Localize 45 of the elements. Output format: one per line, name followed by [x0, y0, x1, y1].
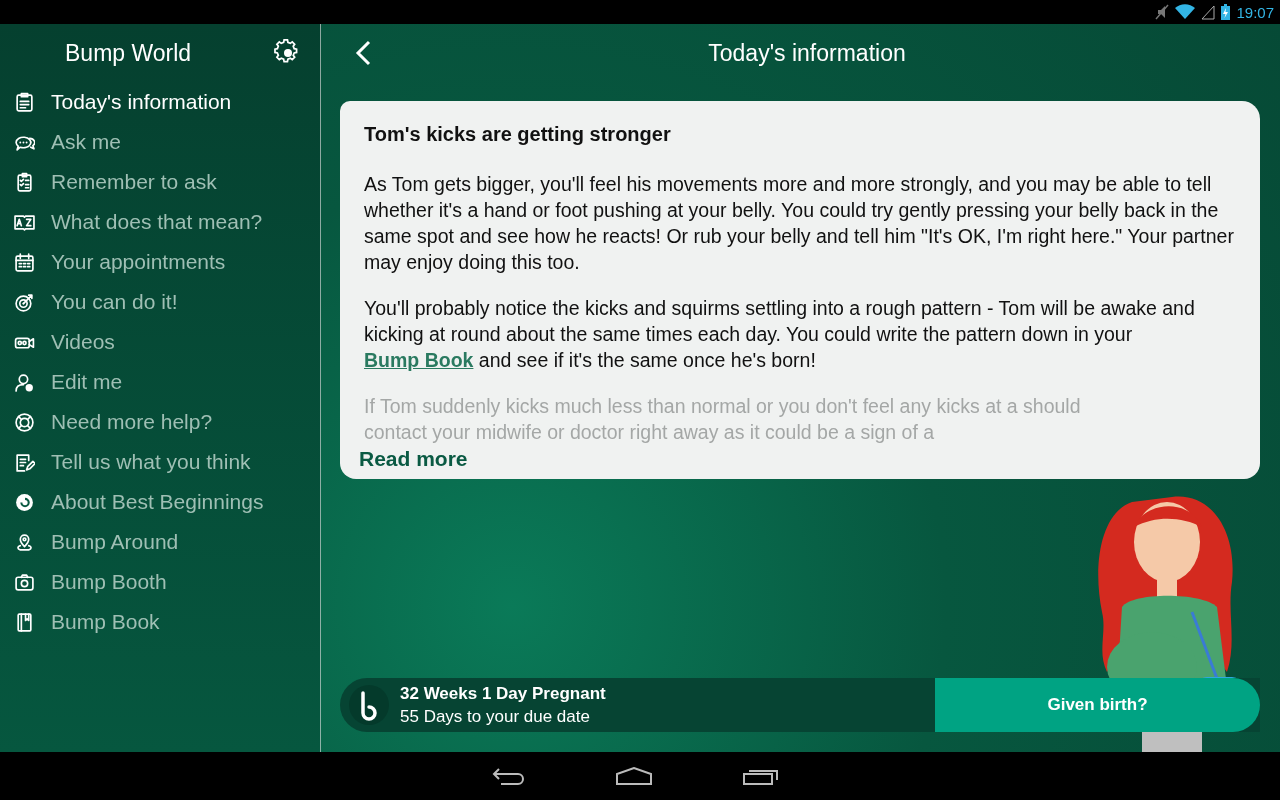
bump-book-link[interactable]: Bump Book: [364, 349, 474, 371]
battery-icon: [1221, 4, 1231, 20]
document-edit-icon: [14, 451, 35, 473]
back-icon[interactable]: [491, 766, 525, 786]
screen-title: Today's information: [707, 39, 907, 67]
camera-icon: [14, 571, 35, 593]
sidebar-item[interactable]: You can do it!: [0, 282, 320, 322]
sidebar-item[interactable]: Bump Book: [0, 602, 320, 642]
sidebar-item[interactable]: Edit me: [0, 362, 320, 402]
faded-paragraph: If Tom suddenly kicks much less than normal or you don't feel any kicks at a should contact your midwife or doctor right away as it could be a sign of a: [364, 394, 1082, 445]
sidebar-item[interactable]: Today's information: [0, 82, 320, 122]
due-date-text: 55 Days to your due date: [400, 706, 591, 727]
weeks-pregnant-text: 32 Weeks 1 Day Pregnant: [400, 683, 607, 704]
target-icon: [14, 291, 35, 313]
read-more-button[interactable]: Read more: [359, 445, 468, 473]
home-icon[interactable]: [615, 767, 653, 785]
paragraph: You'll probably notice the kicks and squirms settling into a rough pattern - Tom will be awake and kicking at round about the same times each day. You could write the pattern down in your Bump Book and see if it's the same once he's born!: [364, 296, 1196, 373]
recent-apps-icon[interactable]: [743, 767, 779, 785]
sidebar-item[interactable]: Ask me: [0, 122, 320, 162]
sidebar-item[interactable]: About Best Beginnings: [0, 482, 320, 522]
given-birth-button[interactable]: Given birth?: [935, 678, 1260, 732]
sidebar-item[interactable]: Bump Around: [0, 522, 320, 562]
sidebar-item[interactable]: Need more help?: [0, 402, 320, 442]
signal-icon: [1201, 4, 1216, 20]
checklist-icon: [14, 171, 35, 193]
sidebar-item[interactable]: Tell us what you think: [0, 442, 320, 482]
sidebar-item[interactable]: Bump Booth: [0, 562, 320, 602]
sidebar-item[interactable]: Your appointments: [0, 242, 320, 282]
calendar-icon: [14, 251, 35, 273]
card-heading: Tom's kicks are getting stronger: [364, 123, 672, 146]
book-icon: [14, 611, 35, 633]
app-title: Bump World: [65, 39, 193, 67]
location-pin-icon: [14, 531, 35, 553]
sidebar-item[interactable]: Videos: [0, 322, 320, 362]
sidebar-item[interactable]: Remember to ask: [0, 162, 320, 202]
sidebar-item[interactable]: What does that mean?: [0, 202, 320, 242]
logo-icon: [14, 491, 35, 513]
clipboard-icon: [14, 91, 35, 113]
clock-time: 19:07: [1236, 3, 1274, 21]
paragraph: As Tom gets bigger, you'll feel his movements more and more strongly, and you may be able to tell whether it's a hand or foot pushing at your belly. You could try gently pressing your belly back in the same spot and see how he reacts! Or rub your belly and tell him "It's OK, I'm right here." Your partner may enjoy doing this too.: [364, 172, 1235, 275]
person-icon: [14, 371, 35, 393]
wifi-icon: [1175, 4, 1196, 20]
lifebuoy-icon: [14, 411, 35, 433]
mute-icon: [1155, 4, 1170, 20]
logo-icon: [348, 684, 390, 726]
